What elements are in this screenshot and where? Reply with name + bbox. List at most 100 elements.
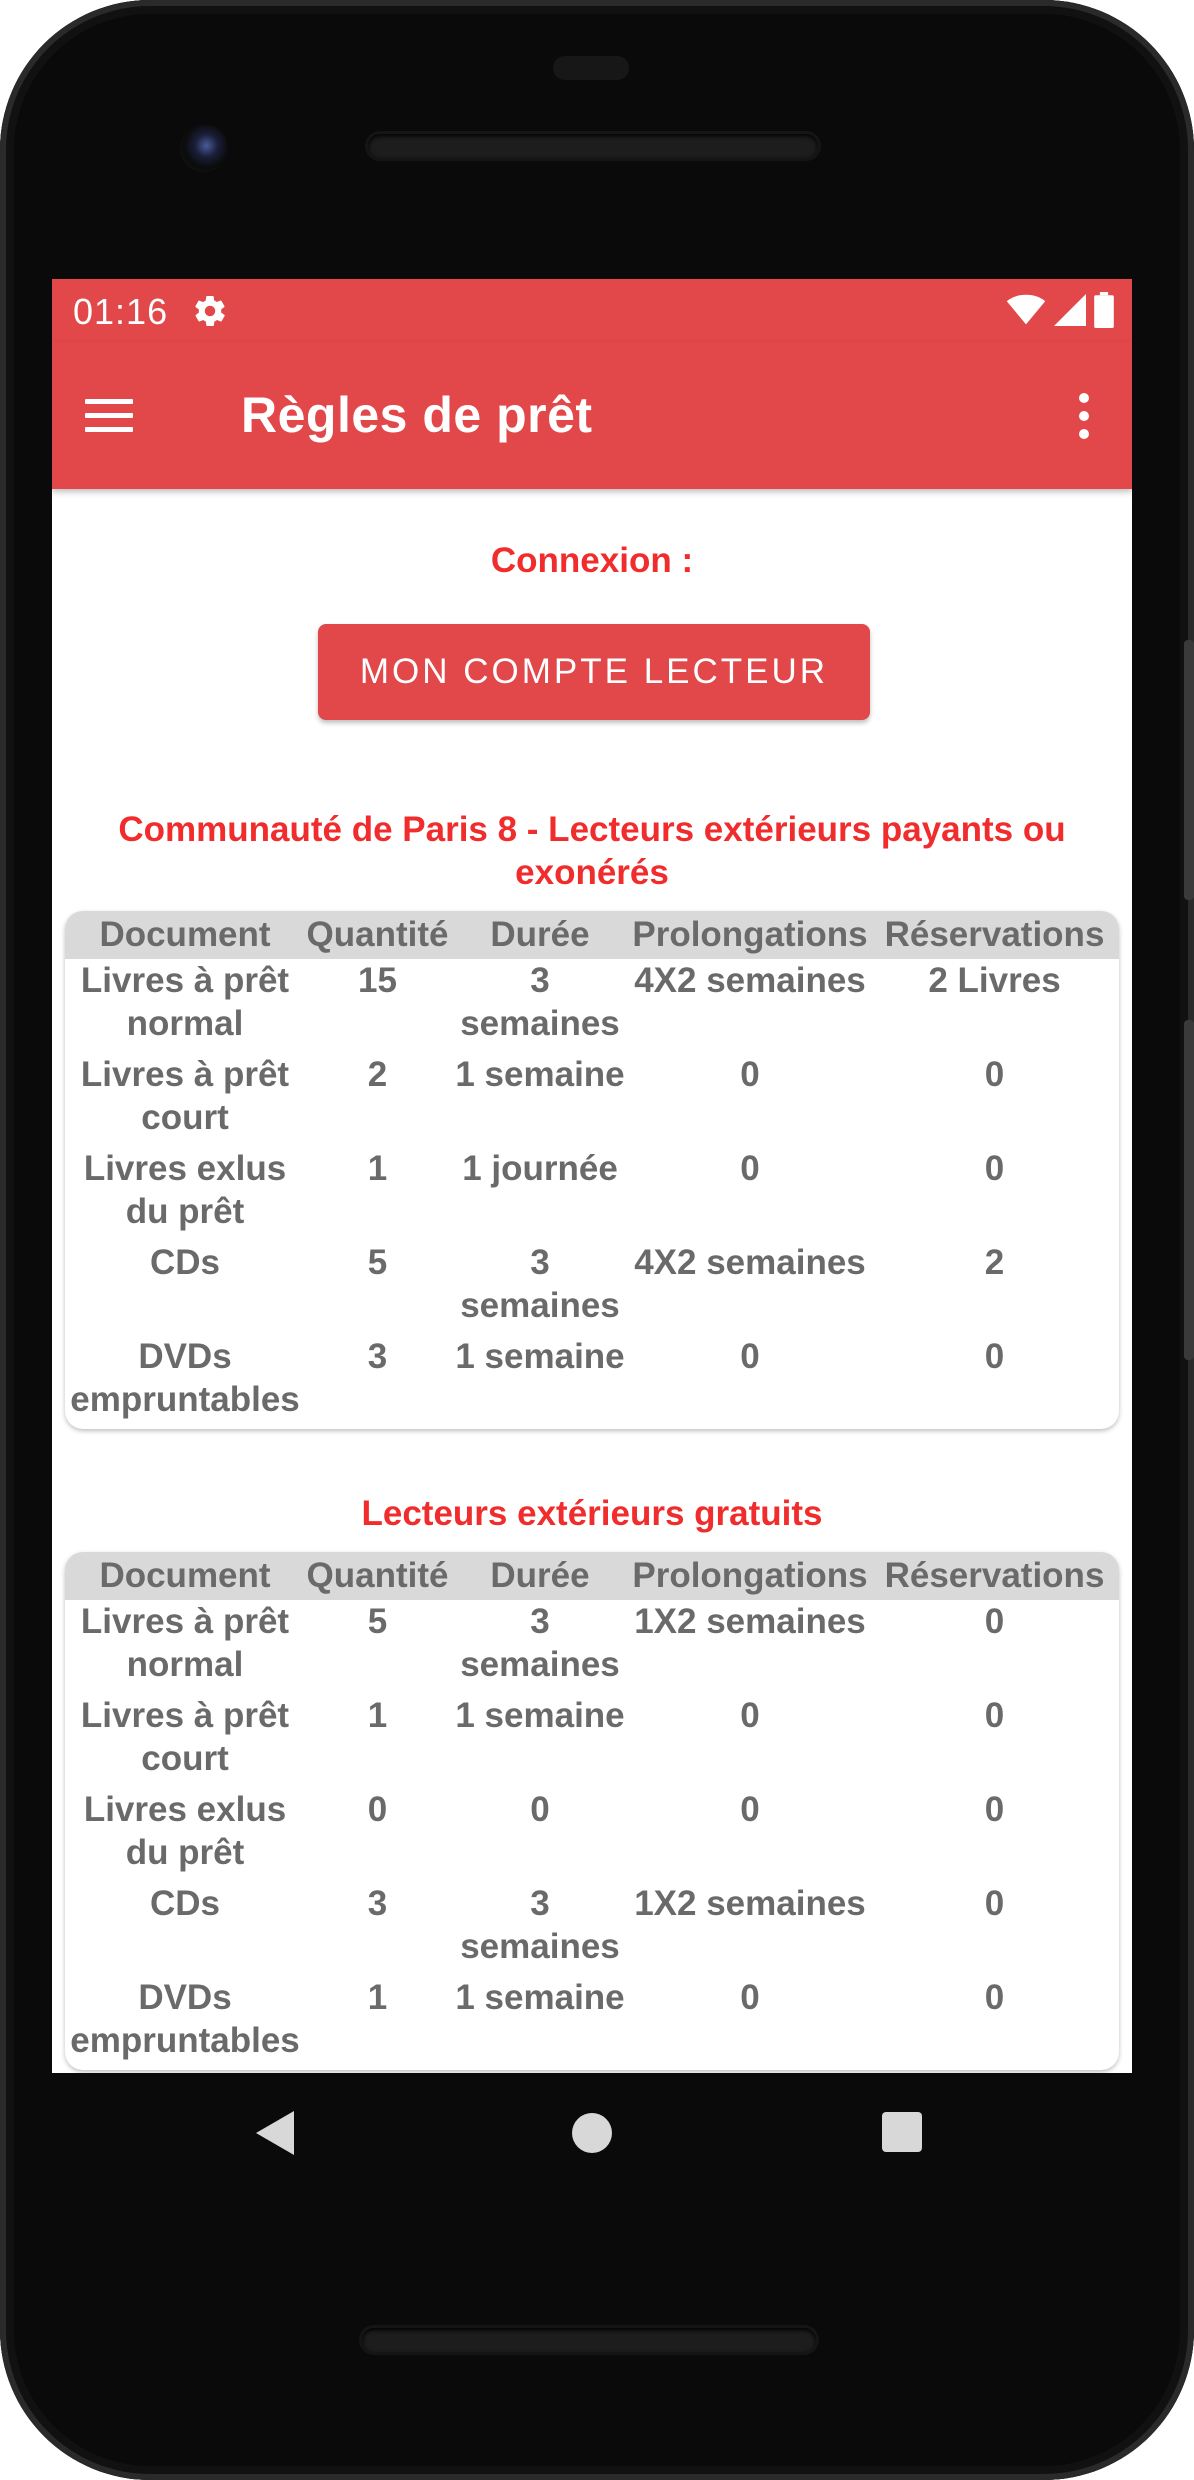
cell-document: Livres exlus du prêt — [83, 1149, 287, 1231]
cell-document: Livres à prêt court — [80, 1055, 290, 1137]
loan-table-paying: Document Quantité Durée Prolongations Ré… — [65, 911, 1119, 1429]
cell-quantite: 3 — [367, 1884, 388, 1923]
volume-button — [1184, 1020, 1194, 1360]
table-row: Livres à prêt normal 15 3 semaines 4X2 s… — [65, 959, 1119, 1053]
bottom-speaker — [362, 2328, 816, 2352]
cell-duree: 1 semaine — [455, 1337, 625, 1376]
cell-reservations: 0 — [984, 1055, 1005, 1094]
back-icon[interactable] — [256, 2111, 294, 2155]
cell-duree: 1 journée — [462, 1149, 618, 1188]
cell-document: Livres exlus du prêt — [83, 1790, 287, 1872]
cell-quantite: 1 — [367, 1149, 388, 1188]
cell-prolongations: 4X2 semaines — [634, 961, 866, 1000]
loan-table-free: Document Quantité Durée Prolongations Ré… — [65, 1552, 1119, 2070]
table-row: Livres exlus du prêt 1 1 journée 0 0 — [65, 1147, 1119, 1241]
cell-duree: 3 semaines — [460, 1243, 620, 1325]
cell-duree: 3 semaines — [460, 961, 620, 1043]
login-label: Connexion : — [490, 541, 694, 580]
hamburger-menu-icon[interactable] — [76, 382, 142, 448]
cell-prolongations: 1X2 semaines — [634, 1884, 866, 1923]
cell-document: DVDs empruntables — [70, 1978, 300, 2060]
cell-duree: 3 semaines — [460, 1884, 620, 1966]
cell-duree: 1 semaine — [455, 1978, 625, 2017]
cell-duree: 3 semaines — [460, 1602, 620, 1684]
app-bar: Règles de prêt — [52, 342, 1132, 489]
column-header-duree: Durée — [450, 1552, 630, 1600]
column-header-prolongations: Prolongations — [630, 1552, 870, 1600]
power-button — [1184, 640, 1194, 900]
cell-quantite: 5 — [367, 1602, 388, 1641]
column-header-duree: Durée — [450, 911, 630, 959]
table-row: Livres à prêt normal 5 3 semaines 1X2 se… — [65, 1600, 1119, 1694]
cell-prolongations: 0 — [740, 1978, 760, 2017]
section-title-free: Lecteurs extérieurs gratuits — [361, 1494, 823, 1533]
column-header-document: Document — [65, 1552, 305, 1600]
cell-reservations: 2 Livres — [928, 961, 1061, 1000]
cell-quantite: 1 — [367, 1696, 388, 1735]
recents-icon[interactable] — [882, 2112, 922, 2152]
wifi-icon — [1006, 294, 1046, 325]
screen: 01:16 Règles de prêt Connexion: MON COM… — [52, 279, 1132, 2073]
table-row: Livres à prêt court 2 1 semaine 0 0 — [65, 1053, 1119, 1147]
cell-prolongations: 0 — [740, 1149, 760, 1188]
cell-prolongations: 0 — [740, 1696, 760, 1735]
cell-prolongations: 1X2 semaines — [634, 1602, 866, 1641]
column-header-quantite: Quantité — [305, 1552, 450, 1600]
phone-frame: 01:16 Règles de prêt Connexion: MON COM… — [0, 0, 1194, 2480]
cell-reservations: 0 — [984, 1978, 1005, 2017]
table-row: CDs 5 3 semaines 4X2 semaines 2 — [65, 1241, 1119, 1335]
cell-prolongations: 0 — [740, 1790, 760, 1829]
cell-prolongations: 0 — [740, 1055, 760, 1094]
column-header-prolongations: Prolongations — [630, 911, 870, 959]
cell-reservations: 0 — [984, 1696, 1005, 1735]
page-title: Règles de prêt — [241, 387, 593, 443]
account-button[interactable]: MON COMPTE LECTEUR — [318, 624, 870, 720]
cell-document: CDs — [149, 1243, 221, 1282]
cell-quantite: 2 — [367, 1055, 388, 1094]
cell-document: Livres à prêt court — [80, 1696, 290, 1778]
front-camera — [180, 124, 228, 172]
cell-quantite: 1 — [367, 1978, 388, 2017]
gear-icon — [195, 295, 225, 327]
navigation-bar — [0, 2073, 1194, 2213]
cell-reservations: 0 — [984, 1602, 1005, 1641]
cell-document: CDs — [149, 1884, 221, 1923]
table-row: Livres exlus du prêt 0 0 0 0 — [65, 1788, 1119, 1882]
status-bar: 01:16 — [52, 279, 1132, 342]
cell-reservations: 0 — [984, 1337, 1005, 1376]
content-area: Connexion : MON COMPTE LECTEUR Communaut… — [52, 489, 1132, 2073]
table-row: DVDs empruntables 3 1 semaine 0 0 — [65, 1335, 1119, 1429]
cell-quantite: 0 — [367, 1790, 388, 1829]
cell-reservations: 0 — [984, 1149, 1005, 1188]
cell-reservations: 2 — [984, 1243, 1005, 1282]
cell-duree: 1 semaine — [455, 1055, 625, 1094]
status-time: 01:16 — [73, 291, 169, 332]
cell-duree: 0 — [530, 1790, 550, 1829]
table-row: DVDs empruntables 1 1 semaine 0 0 — [65, 1976, 1119, 2070]
cell-quantite: 15 — [358, 961, 397, 1000]
cell-document: DVDs empruntables — [70, 1337, 300, 1419]
section-title-paying: Communauté de Paris 8 - Lecteurs extérie… — [118, 810, 1066, 892]
cell-quantite: 5 — [367, 1243, 388, 1282]
cell-reservations: 0 — [984, 1790, 1005, 1829]
column-header-document: Document — [65, 911, 305, 959]
table-row: Livres à prêt court 1 1 semaine 0 0 — [65, 1694, 1119, 1788]
home-icon[interactable] — [572, 2113, 612, 2153]
cell-document: Livres à prêt normal — [80, 1602, 290, 1684]
proximity-sensor — [553, 56, 629, 80]
more-vertical-icon[interactable] — [1064, 384, 1104, 448]
table-row: CDs 3 3 semaines 1X2 semaines 0 — [65, 1882, 1119, 1976]
cell-document: Livres à prêt normal — [80, 961, 290, 1043]
cell-reservations: 0 — [984, 1884, 1005, 1923]
cell-duree: 1 semaine — [455, 1696, 625, 1735]
earpiece-speaker — [368, 134, 818, 158]
status-icons — [1006, 292, 1114, 328]
cell-prolongations: 0 — [740, 1337, 760, 1376]
table-header-row: Document Quantité Durée Prolongations Ré… — [65, 911, 1119, 959]
table-header-row: Document Quantité Durée Prolongations Ré… — [65, 1552, 1119, 1600]
cell-quantite: 3 — [367, 1337, 388, 1376]
cell-prolongations: 4X2 semaines — [634, 1243, 866, 1282]
column-header-quantite: Quantité — [305, 911, 450, 959]
battery-icon — [1094, 292, 1114, 328]
column-header-reservations: Réservations — [870, 911, 1119, 959]
